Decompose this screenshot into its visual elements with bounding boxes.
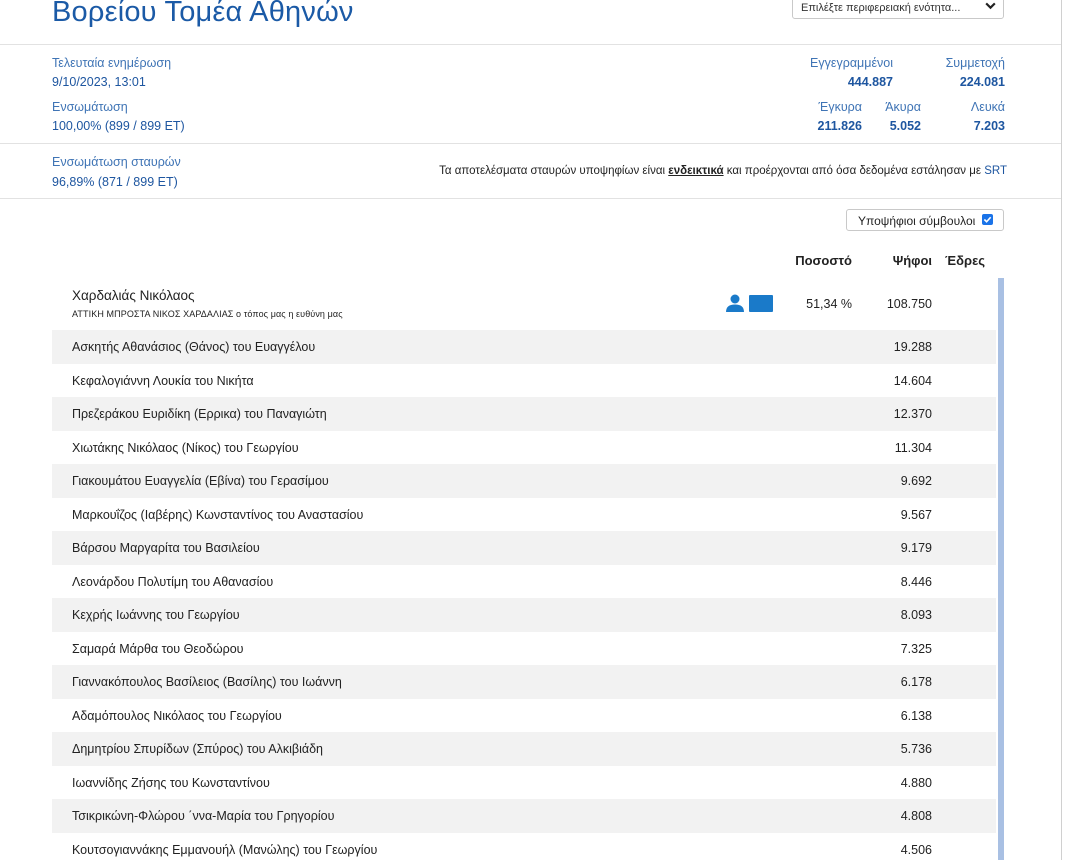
candidate-name: Ιωαννίδης Ζήσης του Κωνσταντίνου xyxy=(72,776,270,790)
header-votes: Ψήφοι xyxy=(870,253,932,268)
toggle-label: Υποψήφιοι σύμβουλοι xyxy=(858,214,975,228)
note-text-before: Τα αποτελέσματα σταυρών υποψηφίων είναι xyxy=(439,165,668,177)
table-row: Κεφαλογιάννη Λουκία του Νικήτα 14.604 xyxy=(52,364,996,398)
leader-votes: 108.750 xyxy=(870,297,932,311)
candidate-name: Χιωτάκης Νικόλαος (Νίκος) του Γεωργίου xyxy=(72,441,299,455)
table-row: Σαμαρά Μάρθα του Θεοδώρου 7.325 xyxy=(52,632,996,666)
candidate-votes: 12.370 xyxy=(894,407,932,421)
candidate-name: Γιακουμάτου Ευαγγελία (Εβίνα) του Γερασί… xyxy=(72,474,329,488)
registered-value: 444.887 xyxy=(848,75,893,89)
candidate-votes: 4.506 xyxy=(901,843,932,857)
region-select-value: Επιλέξτε περιφερειακή ενότητα... xyxy=(801,2,960,14)
candidate-votes: 6.178 xyxy=(901,675,932,689)
last-update-label: Τελευταία ενημέρωση xyxy=(52,56,171,70)
turnout-value: 224.081 xyxy=(960,75,1005,89)
candidate-votes: 7.325 xyxy=(901,642,932,656)
page-title: Βορείου Τομέα Αθηνών xyxy=(52,0,354,29)
candidate-votes: 5.736 xyxy=(901,742,932,756)
table-row: Ασκητής Αθανάσιος (Θάνος) του Ευαγγέλου 1… xyxy=(52,330,996,364)
cross-integration-value: 96,89% (871 / 899 ΕΤ) xyxy=(52,175,178,189)
candidate-name: Αδαμόπουλος Νικόλαος του Γεωργίου xyxy=(72,709,282,723)
table-row: Ιωαννίδης Ζήσης του Κωνσταντίνου 4.880 xyxy=(52,766,996,800)
candidate-votes: 9.567 xyxy=(901,508,932,522)
table-row: Γιαννακόπουλος Βασίλειος (Βασίλης) του Ι… xyxy=(52,665,996,699)
page-edge-divider xyxy=(1061,0,1062,860)
leader-name: Χαρδαλιάς Νικόλαος xyxy=(72,288,195,303)
indicative-link[interactable]: ενδεικτικά xyxy=(668,165,723,177)
candidate-name: Πρεζεράκου Ευριδίκη (Ερρικα) του Παναγιώ… xyxy=(72,407,327,421)
leader-party: ΑΤΤΙΚΗ ΜΠΡΟΣΤΑ ΝΙΚΟΣ ΧΑΡΔΑΛΙΑΣ ο τόπος μ… xyxy=(72,309,343,319)
table-row: Χιωτάκης Νικόλαος (Νίκος) του Γεωργίου 11… xyxy=(52,431,996,465)
integration-label: Ενσωμάτωση xyxy=(52,100,128,114)
candidate-votes: 6.138 xyxy=(901,709,932,723)
header-percent: Ποσοστό xyxy=(790,253,852,268)
turnout-label: Συμμετοχή xyxy=(946,56,1005,70)
note-text-middle: και προέρχονται από όσα δεδομένα εστάλησ… xyxy=(724,165,985,177)
candidate-name: Γιαννακόπουλος Βασίλειος (Βασίλης) του Ι… xyxy=(72,675,342,689)
candidate-votes: 4.880 xyxy=(901,776,932,790)
checkbox-checked-icon[interactable] xyxy=(982,214,993,225)
scrollbar[interactable] xyxy=(998,278,1004,860)
candidate-name: Δημητρίου Σπυρίδων (Σπύρος) του Αλκιβιάδ… xyxy=(72,742,323,756)
valid-label: Έγκυρα xyxy=(819,100,862,114)
candidate-name: Τσικρικώνη-Φλώρου ΄ννα-Μαρία του Γρηγορί… xyxy=(72,809,334,823)
table-row: Κεχρής Ιωάννης του Γεωργίου 8.093 xyxy=(52,598,996,632)
candidate-list: Ασκητής Αθανάσιος (Θάνος) του Ευαγγέλου 1… xyxy=(52,330,996,866)
card-icon xyxy=(749,295,773,312)
valid-value: 211.826 xyxy=(818,119,863,133)
candidate-name: Κουτσογιαννάκης Εμμανουήλ (Μανώλης) του … xyxy=(72,843,377,857)
table-row: Δημητρίου Σπυρίδων (Σπύρος) του Αλκιβιάδ… xyxy=(52,732,996,766)
candidate-votes: 9.692 xyxy=(901,474,932,488)
person-icon xyxy=(725,294,745,312)
srt-text: SRT xyxy=(984,165,1007,177)
candidate-name: Κεφαλογιάννη Λουκία του Νικήτα xyxy=(72,374,254,388)
divider xyxy=(0,198,1061,199)
candidate-votes: 8.446 xyxy=(901,575,932,589)
divider xyxy=(0,143,1061,144)
candidate-name: Λεονάρδου Πολυτίμη του Αθανασίου xyxy=(72,575,273,589)
chevron-down-icon xyxy=(984,0,997,12)
candidate-name: Βάρσου Μαργαρίτα του Βασιλείου xyxy=(72,541,260,555)
table-row: Γιακουμάτου Ευαγγελία (Εβίνα) του Γερασί… xyxy=(52,464,996,498)
region-select[interactable]: Επιλέξτε περιφερειακή ενότητα... xyxy=(792,0,1004,19)
invalid-label: Άκυρα xyxy=(885,100,921,114)
candidate-name: Ασκητής Αθανάσιος (Θάνος) του Ευαγγέλου xyxy=(72,340,315,354)
table-row: Μαρκουΐζος (Ιαβέρης) Κωνσταντίνος του Αν… xyxy=(52,498,996,532)
table-row: Τσικρικώνη-Φλώρου ΄ννα-Μαρία του Γρηγορί… xyxy=(52,799,996,833)
candidate-name: Σαμαρά Μάρθα του Θεοδώρου xyxy=(72,642,243,656)
leader-percent: 51,34 % xyxy=(790,297,852,311)
table-row: Λεονάρδου Πολυτίμη του Αθανασίου 8.446 xyxy=(52,565,996,599)
indicative-results-note: Τα αποτελέσματα σταυρών υποψηφίων είναι … xyxy=(439,165,1007,177)
last-update-value: 9/10/2023, 13:01 xyxy=(52,75,146,89)
registered-label: Εγγεγραμμένοι xyxy=(810,56,893,70)
candidate-votes: 14.604 xyxy=(894,374,932,388)
integration-value: 100,00% (899 / 899 ΕΤ) xyxy=(52,119,185,133)
table-row: Αδαμόπουλος Νικόλαος του Γεωργίου 6.138 xyxy=(52,699,996,733)
table-row: Πρεζεράκου Ευριδίκη (Ερρικα) του Παναγιώ… xyxy=(52,397,996,431)
invalid-value: 5.052 xyxy=(890,119,921,133)
candidate-votes: 9.179 xyxy=(901,541,932,555)
candidate-councillors-toggle[interactable]: Υποψήφιοι σύμβουλοι xyxy=(846,209,1004,231)
header-seats: Έδρες xyxy=(945,253,985,268)
table-row: Κουτσογιαννάκης Εμμανουήλ (Μανώλης) του … xyxy=(52,833,996,866)
candidate-votes: 8.093 xyxy=(901,608,932,622)
candidate-votes: 11.304 xyxy=(895,441,932,455)
candidate-name: Μαρκουΐζος (Ιαβέρης) Κωνσταντίνος του Αν… xyxy=(72,508,363,522)
candidate-name: Κεχρής Ιωάννης του Γεωργίου xyxy=(72,608,240,622)
candidate-votes: 4.808 xyxy=(901,809,932,823)
blank-value: 7.203 xyxy=(974,119,1005,133)
divider xyxy=(0,44,1061,45)
blank-label: Λευκά xyxy=(971,100,1005,114)
table-row: Βάρσου Μαργαρίτα του Βασιλείου 9.179 xyxy=(52,531,996,565)
cross-integration-label: Ενσωμάτωση σταυρών xyxy=(52,155,181,169)
candidate-votes: 19.288 xyxy=(894,340,932,354)
